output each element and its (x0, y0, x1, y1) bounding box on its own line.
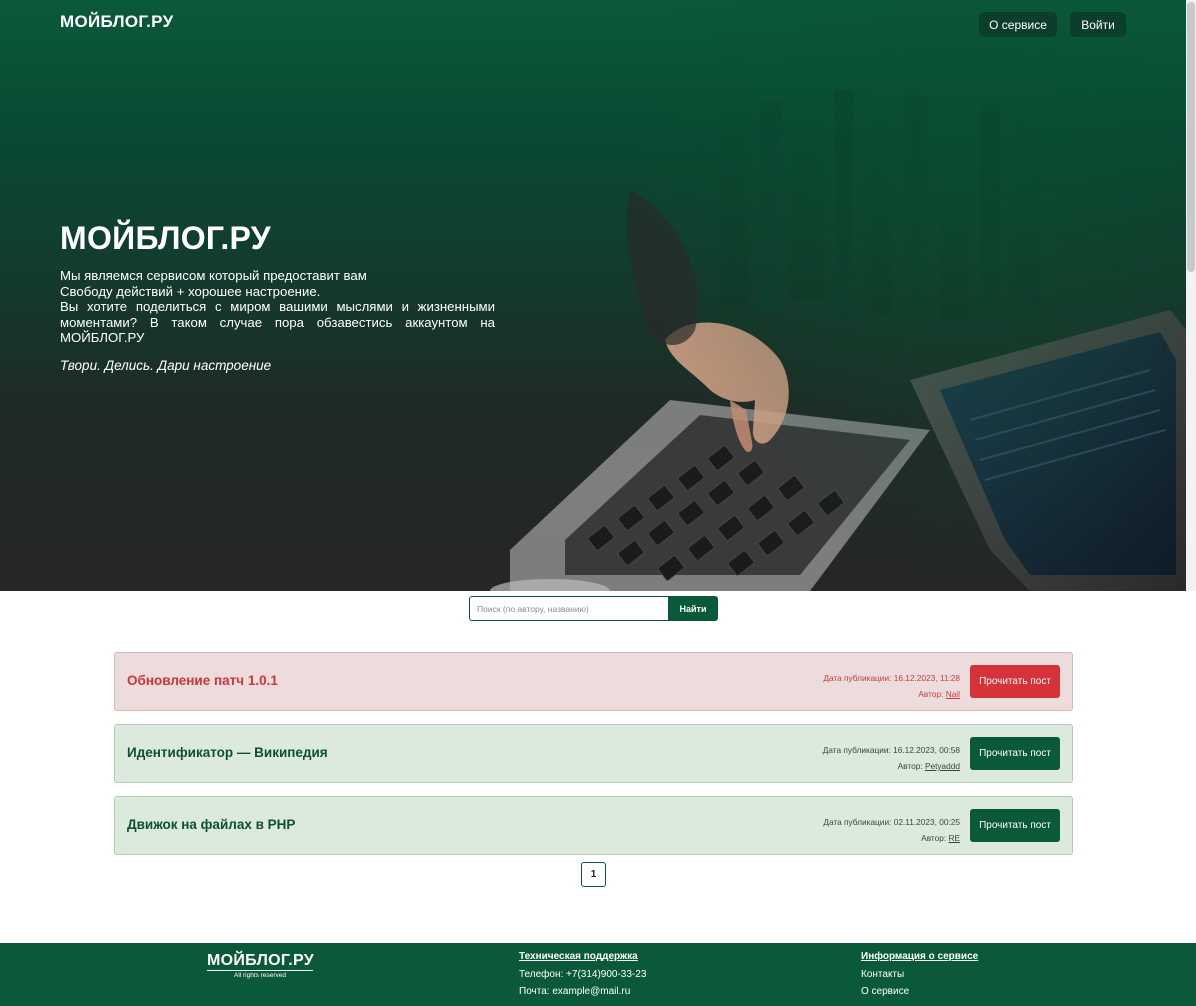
footer-contacts-link[interactable]: Контакты (861, 969, 978, 980)
nav-logo[interactable]: МОЙБЛОГ.РУ (60, 12, 173, 32)
footer-phone: Телефон: +7(314)900-33-23 (519, 969, 647, 980)
post-author-link[interactable]: Nail (946, 689, 960, 699)
post-date-value: 16.12.2023, 00:58 (893, 745, 960, 755)
post-card: Идентификатор — Википедия Дата публикаци… (114, 724, 1073, 783)
post-date-label: Дата публикации: (823, 673, 892, 683)
post-date: Дата публикации: 16.12.2023, 11:28 (823, 670, 960, 686)
post-author-label: Автор: (918, 689, 944, 699)
post-card: Движок на файлах в PHP Дата публикации: … (114, 796, 1073, 855)
post-title: Движок на файлах в PHP (127, 817, 296, 832)
footer-email: Почта: example@mail.ru (519, 986, 631, 997)
hero-line-1: Мы являемся сервисом который предоставит… (60, 268, 367, 283)
footer-logo-divider (207, 970, 313, 971)
search-input[interactable] (469, 596, 668, 621)
footer-support-heading: Техническая поддержка (519, 951, 638, 962)
post-author: Автор: Nail (823, 686, 960, 702)
hero-description: Мы являемся сервисом который предоставит… (60, 268, 495, 346)
post-meta: Дата публикации: 16.12.2023, 00:58 Автор… (823, 742, 960, 774)
post-author-link[interactable]: RE (948, 833, 960, 843)
hero-scrim (626, 0, 1186, 591)
post-author-label: Автор: (897, 761, 923, 771)
footer: МОЙБЛОГ.РУ All rights reserved Техническ… (0, 943, 1196, 1006)
footer-support-column: Техническая поддержка Телефон: +7(314)90… (519, 951, 646, 1003)
post-author-link[interactable]: Petyaddd (925, 761, 960, 771)
post-date-label: Дата публикации: (823, 817, 892, 827)
post-title: Обновление патч 1.0.1 (127, 673, 278, 688)
read-post-button[interactable]: Прочитать пост (970, 737, 1060, 770)
hero-line-3: Вы хотите поделиться с миром вашими мысл… (60, 299, 495, 345)
post-date-value: 02.11.2023, 00:25 (893, 817, 960, 827)
hero-slogan: Твори. Делись. Дари настроение (60, 358, 272, 373)
post-date: Дата публикации: 16.12.2023, 00:58 (823, 742, 960, 758)
scrollbar-thumb[interactable] (1187, 2, 1195, 272)
post-title: Идентификатор — Википедия (127, 745, 328, 760)
about-button[interactable]: О сервисе (979, 12, 1057, 37)
post-author-label: Автор: (921, 833, 947, 843)
post-date: Дата публикации: 02.11.2023, 00:25 (823, 814, 960, 830)
post-meta: Дата публикации: 02.11.2023, 00:25 Автор… (823, 814, 960, 846)
hero-section: МОЙБЛОГ.РУ О сервисе Войти МОЙБЛОГ.РУ Мы… (0, 0, 1186, 591)
post-date-label: Дата публикации: (822, 745, 891, 755)
read-post-button[interactable]: Прочитать пост (970, 809, 1060, 842)
pagination-page-1[interactable]: 1 (581, 862, 606, 887)
footer-logo: МОЙБЛОГ.РУ (207, 952, 314, 969)
post-date-value: 16.12.2023, 11:28 (893, 673, 960, 683)
search-bar: Найти (469, 596, 718, 621)
login-button[interactable]: Войти (1070, 12, 1126, 37)
post-card: Обновление патч 1.0.1 Дата публикации: 1… (114, 652, 1073, 711)
post-meta: Дата публикации: 16.12.2023, 11:28 Автор… (823, 670, 960, 702)
scrollbar[interactable] (1186, 0, 1196, 591)
hero-title: МОЙБЛОГ.РУ (60, 220, 271, 256)
post-author: Автор: Petyaddd (823, 758, 960, 774)
hero-line-2: Свободу действий + хорошее настроение. (60, 283, 321, 299)
footer-rights: All rights reserved (233, 972, 287, 979)
footer-info-column: Информация о сервисе Контакты О сервисе (861, 951, 978, 1003)
footer-info-heading: Информация о сервисе (861, 951, 979, 962)
read-post-button[interactable]: Прочитать пост (970, 665, 1060, 698)
post-author: Автор: RE (823, 830, 960, 846)
footer-about-link[interactable]: О сервисе (861, 986, 978, 997)
search-button[interactable]: Найти (668, 596, 718, 621)
